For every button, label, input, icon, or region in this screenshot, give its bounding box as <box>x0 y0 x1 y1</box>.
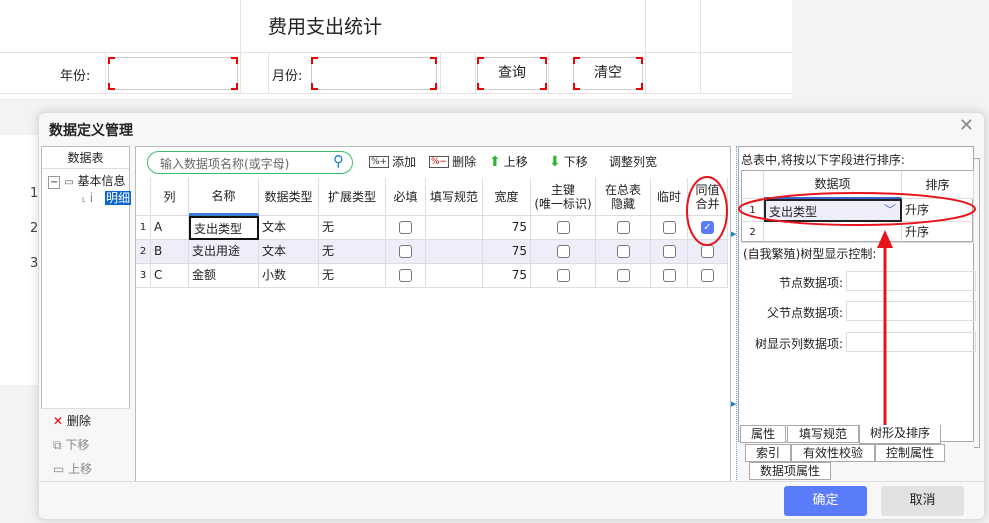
annotation-ellipse-merge <box>686 176 728 246</box>
annotation-ellipse-sort <box>738 192 976 226</box>
annotation-overlay <box>686 176 976 425</box>
annotation-arrow-head <box>877 230 893 248</box>
